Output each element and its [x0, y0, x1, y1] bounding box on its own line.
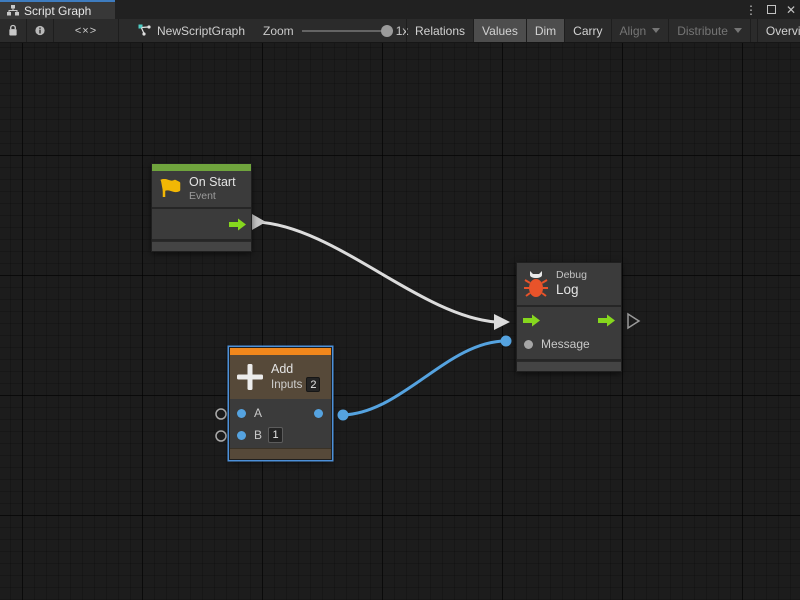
carry-button[interactable]: Carry	[565, 19, 610, 42]
values-button[interactable]: Values	[474, 19, 526, 42]
zoom-label: Zoom	[263, 24, 294, 38]
tab-title: Script Graph	[24, 4, 91, 18]
node-title: Log	[556, 282, 587, 299]
node-footer	[152, 241, 251, 251]
port-b-value-field[interactable]: 1	[268, 427, 283, 443]
node-add[interactable]: Add Inputs 2 A B 1	[229, 347, 332, 460]
zoom-slider-handle[interactable]	[381, 25, 393, 37]
toolbar: <×> NewScriptGraph Zoom 1x Relations Val…	[0, 19, 800, 43]
graph-name-group[interactable]: NewScriptGraph	[138, 19, 245, 42]
node-debug-log[interactable]: Debug Log Message	[516, 262, 622, 372]
window-controls: ⋮ ✕	[745, 0, 796, 19]
flow-out-port-icon[interactable]	[598, 314, 615, 327]
node-header: On Start Event	[152, 171, 251, 207]
graph-name-label: NewScriptGraph	[157, 24, 245, 38]
node-header: Add Inputs 2	[230, 355, 331, 399]
port-row-a: A	[230, 402, 331, 424]
zoom-control: Zoom 1x	[263, 19, 408, 42]
overview-button[interactable]: Overview	[758, 19, 800, 42]
flow-in-port-icon[interactable]	[523, 314, 540, 327]
inputs-label: Inputs	[271, 378, 302, 392]
value-in-port-a[interactable]	[237, 409, 246, 418]
node-header: Debug Log	[517, 263, 621, 305]
script-graph-window: Script Graph ⋮ ✕	[0, 0, 800, 600]
chevron-down-icon	[652, 28, 660, 33]
toolbar-separator	[118, 19, 119, 42]
window-menu-icon[interactable]: ⋮	[745, 4, 757, 16]
code-view-button[interactable]: <×>	[54, 19, 118, 42]
info-icon	[35, 24, 45, 37]
tab-script-graph[interactable]: Script Graph	[0, 0, 115, 19]
message-label: Message	[541, 337, 590, 351]
chevron-down-icon	[734, 28, 742, 33]
zoom-slider[interactable]	[302, 30, 388, 32]
graph-hierarchy-icon	[7, 5, 19, 16]
port-b-label: B	[254, 428, 262, 442]
distribute-label: Distribute	[677, 24, 728, 38]
lock-icon	[8, 24, 18, 37]
node-footer	[230, 448, 331, 459]
node-title: On Start	[189, 175, 236, 191]
maximize-icon[interactable]	[767, 5, 776, 14]
node-subtitle: Event	[189, 190, 236, 203]
align-label: Align	[620, 24, 647, 38]
flow-out-port-icon[interactable]	[229, 218, 246, 231]
node-kicker: Debug	[556, 269, 587, 282]
node-on-start[interactable]: On Start Event	[151, 163, 252, 252]
distribute-dropdown[interactable]: Distribute	[669, 19, 750, 42]
info-button[interactable]	[27, 19, 53, 42]
node-body: A B 1	[230, 399, 331, 448]
toolbar-left-group: <×>	[0, 19, 119, 42]
message-row: Message	[517, 333, 621, 355]
inputs-count-field[interactable]: 2	[306, 377, 320, 392]
node-accent-bar	[152, 164, 251, 171]
message-in-port[interactable]	[524, 340, 533, 349]
toolbar-right-group: Relations Values Dim Carry Align Distrib…	[406, 19, 800, 42]
node-title: Add	[271, 362, 320, 378]
dim-button[interactable]: Dim	[527, 19, 564, 42]
port-row-b: B 1	[230, 424, 331, 446]
lock-button[interactable]	[0, 19, 26, 42]
graph-canvas[interactable]	[0, 43, 800, 600]
trigger-row	[517, 307, 621, 333]
plus-icon	[236, 363, 264, 391]
align-dropdown[interactable]: Align	[612, 19, 669, 42]
relations-button[interactable]: Relations	[407, 19, 473, 42]
tab-bar: Script Graph ⋮ ✕	[0, 0, 800, 19]
flag-icon	[158, 179, 182, 200]
close-icon[interactable]: ✕	[786, 4, 796, 16]
script-graph-icon	[138, 24, 152, 37]
bug-icon	[523, 270, 549, 298]
port-a-label: A	[254, 406, 262, 420]
node-accent-bar	[230, 348, 331, 355]
value-in-port-b[interactable]	[237, 431, 246, 440]
node-footer	[517, 361, 621, 371]
trigger-out-row	[152, 209, 251, 239]
value-out-port[interactable]	[314, 409, 323, 418]
